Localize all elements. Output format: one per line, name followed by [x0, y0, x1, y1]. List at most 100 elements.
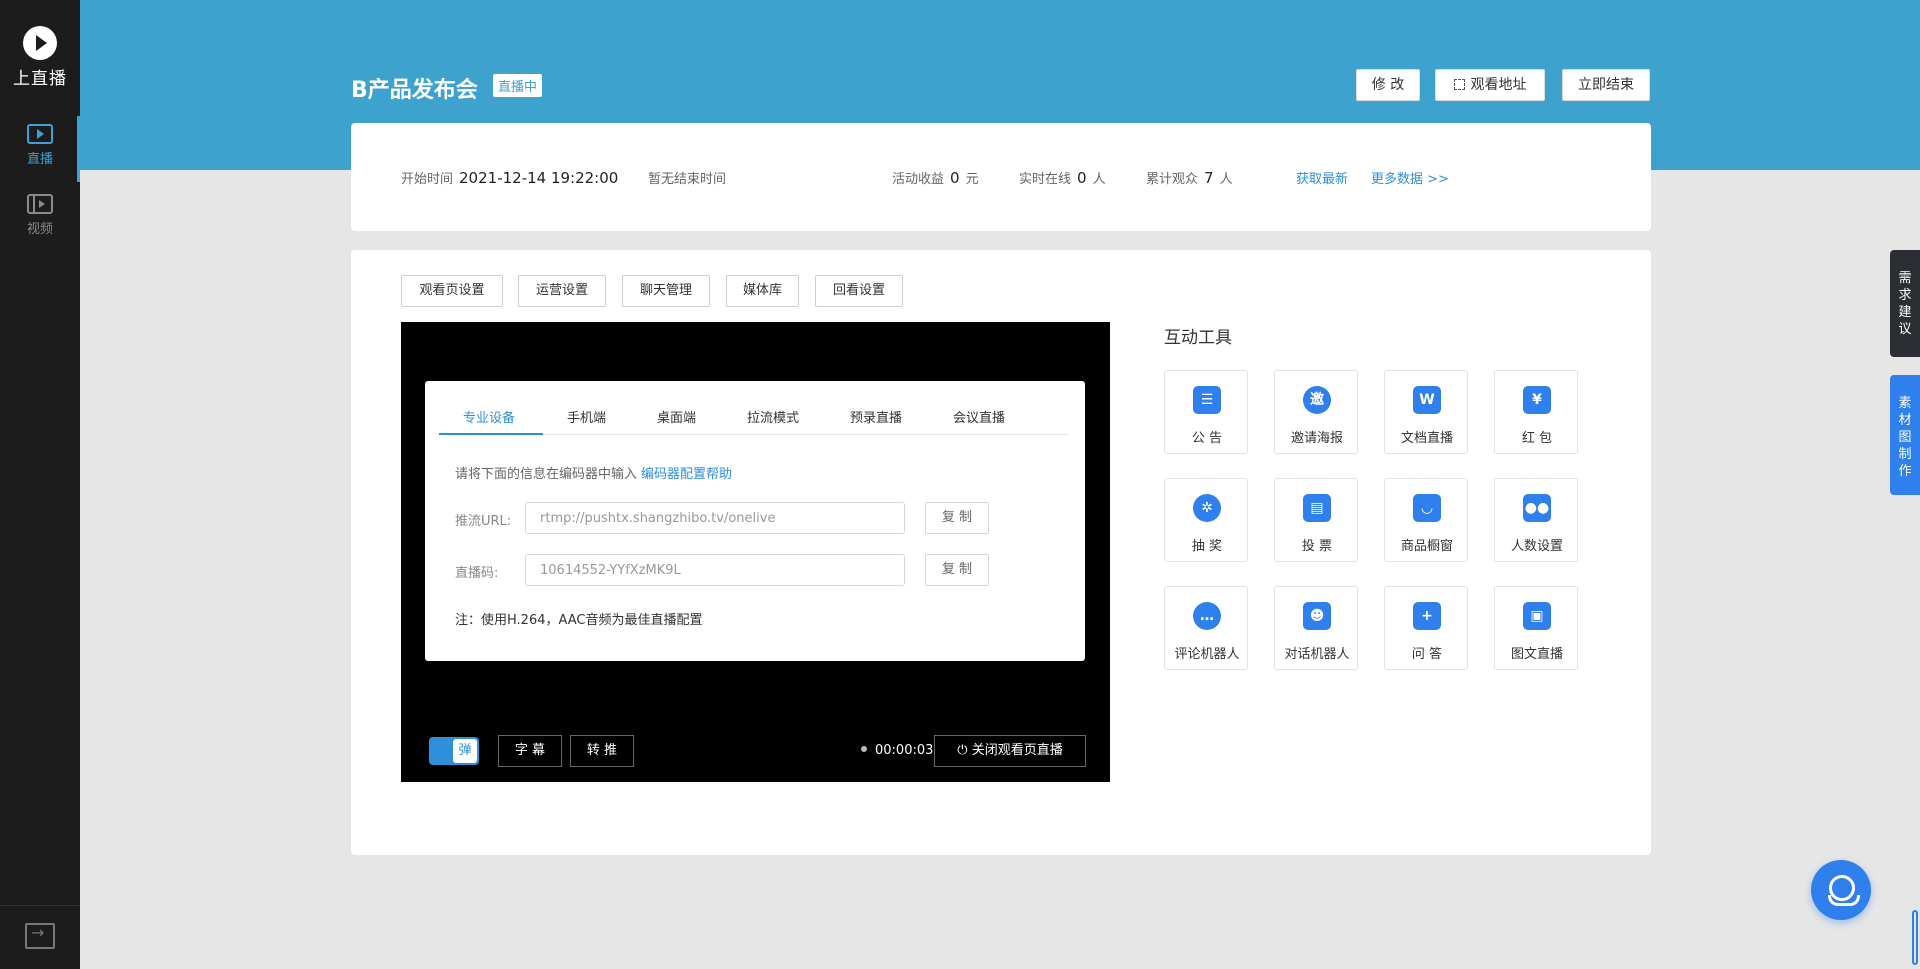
feedback-tab[interactable]: 需求建议: [1890, 250, 1920, 357]
tool-tile[interactable]: ☰ 公 告: [1164, 370, 1248, 454]
sidebar-item-label: 直播: [26, 152, 53, 167]
danmaku-knob: 弹: [453, 739, 477, 763]
close-watch-live-button[interactable]: ⏻ 关闭观看页直播: [934, 735, 1086, 767]
live-timer: 00:00:03: [861, 743, 933, 758]
video-player: 专业设备 手机端 桌面端 拉流模式 预录直播 会议直播 请将下面的信息在编码器中…: [401, 322, 1110, 782]
tool-tile[interactable]: + 问 答: [1384, 586, 1468, 670]
tool-tile[interactable]: … 评论机器人: [1164, 586, 1248, 670]
sidebar-item-label: 视频: [26, 222, 53, 237]
revenue-value: 0: [950, 169, 960, 187]
end-time-text: 暂无结束时间: [648, 172, 727, 187]
watch-url-button[interactable]: 观看地址: [1435, 69, 1545, 101]
tab-chat-management[interactable]: 聊天管理: [622, 275, 710, 307]
shopping-bag-icon: ◡: [1413, 494, 1441, 522]
online-unit: 人: [1092, 172, 1106, 187]
tool-label: 投 票: [1301, 539, 1333, 554]
tool-label: 评论机器人: [1174, 647, 1240, 662]
push-tab-pull-mode[interactable]: 拉流模式: [747, 407, 799, 426]
tab-operation-settings[interactable]: 运营设置: [518, 275, 606, 307]
push-config-panel: 专业设备 手机端 桌面端 拉流模式 预录直播 会议直播 请将下面的信息在编码器中…: [425, 381, 1085, 661]
tool-tile[interactable]: ●● 人数设置: [1494, 478, 1578, 562]
copy-code-button[interactable]: 复 制: [925, 554, 989, 586]
tab-media-library[interactable]: 媒体库: [726, 275, 799, 307]
tool-label: 邀请海报: [1290, 431, 1343, 446]
tool-tile[interactable]: ✲ 抽 奖: [1164, 478, 1248, 562]
scrollbar-thumb[interactable]: [1912, 910, 1918, 965]
push-tab-mobile[interactable]: 手机端: [567, 407, 606, 426]
red-packet-icon: ¥: [1523, 386, 1551, 414]
push-url-field[interactable]: [525, 502, 905, 534]
tool-tile[interactable]: ¥ 红 包: [1494, 370, 1578, 454]
watch-url-label: 观看地址: [1470, 77, 1527, 93]
revenue-label: 活动收益: [892, 172, 945, 187]
total-viewers-unit: 人: [1219, 172, 1233, 187]
revenue-stat: 活动收益 0 元: [892, 168, 979, 187]
sidebar-item-live[interactable]: 直播: [0, 116, 80, 182]
brand-logo[interactable]: 上直播: [0, 26, 80, 89]
tool-tile[interactable]: ◡ 商品橱窗: [1384, 478, 1468, 562]
logout-icon[interactable]: [25, 923, 55, 949]
copy-url-button[interactable]: 复 制: [925, 502, 989, 534]
material-maker-tab[interactable]: 素材图制作: [1890, 375, 1920, 495]
danmaku-toggle[interactable]: 弹: [429, 737, 479, 765]
video-film-icon: [27, 194, 53, 214]
end-now-button[interactable]: 立即结束: [1562, 69, 1650, 101]
stream-code-field[interactable]: [525, 554, 905, 586]
tool-label: 对话机器人: [1284, 647, 1350, 662]
online-stat: 实时在线 0 人: [1019, 168, 1106, 187]
tool-tile[interactable]: W 文档直播: [1384, 370, 1468, 454]
tool-label: 图文直播: [1510, 647, 1563, 662]
brand-name: 上直播: [13, 69, 67, 89]
relay-button[interactable]: 转 推: [570, 735, 634, 767]
online-value: 0: [1077, 169, 1087, 187]
tool-label: 公 告: [1191, 431, 1223, 446]
total-viewers-label: 累计观众: [1146, 172, 1199, 187]
chat-bot-icon: ☻: [1303, 602, 1331, 630]
more-data-link[interactable]: 更多数据 >>: [1371, 168, 1449, 187]
tool-tile[interactable]: ▤ 投 票: [1274, 478, 1358, 562]
push-url-label: 推流URL:: [455, 514, 512, 529]
invite-poster-icon: 邀: [1303, 386, 1331, 414]
push-tab-professional[interactable]: 专业设备: [463, 407, 515, 426]
refresh-link[interactable]: 获取最新: [1296, 168, 1348, 187]
customer-service-icon[interactable]: [1811, 860, 1871, 920]
tool-tile[interactable]: ☻ 对话机器人: [1274, 586, 1358, 670]
tool-label: 人数设置: [1510, 539, 1563, 554]
edit-button[interactable]: 修 改: [1356, 69, 1420, 101]
lottery-wheel-icon: ✲: [1193, 494, 1221, 522]
logo-play-icon: [23, 26, 57, 60]
tool-label: 问 答: [1411, 647, 1443, 662]
status-badge: 直播中: [493, 74, 543, 97]
start-time-label: 开始时间: [401, 172, 454, 187]
tab-watch-page-settings[interactable]: 观看页设置: [401, 275, 503, 307]
push-tab-desktop[interactable]: 桌面端: [657, 407, 696, 426]
encoder-help-link[interactable]: 编码器配置帮助: [641, 467, 732, 482]
feedback-tab-label: 需求建议: [1898, 271, 1912, 337]
total-viewers-value: 7: [1204, 169, 1214, 187]
stream-code-label: 直播码:: [455, 566, 499, 581]
comment-bot-icon: …: [1193, 602, 1221, 630]
push-tab-prerecorded[interactable]: 预录直播: [850, 407, 902, 426]
tool-label: 抽 奖: [1191, 539, 1223, 554]
active-tab-underline: [439, 433, 543, 435]
sidebar-item-video[interactable]: 视频: [0, 186, 80, 252]
announcement-icon: ☰: [1193, 386, 1221, 414]
tool-tile[interactable]: 邀邀请海报: [1274, 370, 1358, 454]
sidebar: 上直播 直播 视频: [0, 0, 80, 969]
tool-tile[interactable]: ▣ 图文直播: [1494, 586, 1578, 670]
subtitle-button[interactable]: 字 幕: [498, 735, 562, 767]
main-card: 观看页设置 运营设置 聊天管理 媒体库 回看设置 专业设备 手机端 桌面端 拉流…: [351, 250, 1651, 855]
close-watch-live-label: 关闭观看页直播: [971, 743, 1063, 758]
tool-label: 红 包: [1521, 431, 1553, 446]
material-maker-label: 素材图制作: [1898, 396, 1912, 479]
start-time: 开始时间 2021-12-14 19:22:00: [401, 168, 624, 187]
push-info: 请将下面的信息在编码器中输入 编码器配置帮助: [455, 463, 732, 482]
qa-icon: +: [1413, 602, 1441, 630]
scan-icon: [1453, 79, 1465, 90]
tab-replay-settings[interactable]: 回看设置: [815, 275, 903, 307]
tool-label: 文档直播: [1400, 431, 1453, 446]
vote-icon: ▤: [1303, 494, 1331, 522]
push-tab-meeting[interactable]: 会议直播: [953, 407, 1005, 426]
users-icon: ●●: [1523, 494, 1551, 522]
power-icon: ⏻: [957, 743, 972, 758]
